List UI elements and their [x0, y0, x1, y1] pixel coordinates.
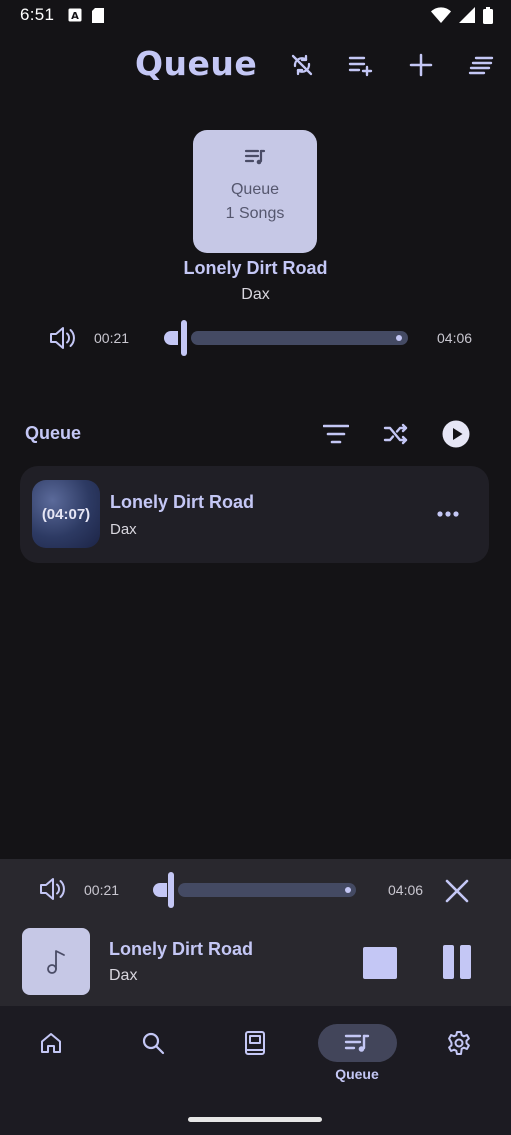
seek-bar-track: [191, 331, 408, 345]
now-playing-title: Lonely Dirt Road: [183, 258, 328, 278]
mini-player-title: Lonely Dirt Road: [109, 939, 254, 959]
mini-album-art[interactable]: [22, 928, 90, 995]
svg-text:A: A: [71, 11, 79, 22]
sync-disabled-icon[interactable]: [287, 50, 317, 80]
volume-icon[interactable]: [48, 325, 78, 351]
gesture-handle: [188, 1117, 322, 1122]
settings-gear-icon: [446, 1030, 472, 1056]
playlist-add-icon[interactable]: [346, 50, 376, 80]
seek-bar-end-dot: [396, 335, 402, 341]
music-note-icon: [45, 949, 67, 975]
total-time: 04:06: [437, 330, 473, 346]
queue-list-item[interactable]: (04:07) Lonely Dirt Road Dax: [20, 466, 489, 563]
seek-bar[interactable]: [164, 318, 408, 358]
nav-library[interactable]: [215, 1024, 295, 1084]
seek-bar-thumb[interactable]: [181, 320, 187, 356]
queue-cover-card: Queue 1 Songs: [193, 130, 317, 253]
library-book-icon: [244, 1030, 266, 1056]
queue-music-nav-icon: [344, 1033, 370, 1053]
mini-seek-bar-track: [178, 883, 356, 897]
nav-settings[interactable]: [419, 1024, 499, 1084]
cell-signal-icon: [459, 7, 475, 23]
nav-queue-label: Queue: [335, 1066, 379, 1082]
queue-section-title: Queue: [25, 423, 82, 443]
mini-total-time: 04:06: [388, 882, 424, 898]
play-circle-icon[interactable]: [440, 418, 472, 450]
sd-card-icon: [92, 7, 105, 23]
stop-button[interactable]: [363, 946, 397, 980]
close-icon[interactable]: [441, 875, 473, 907]
mini-seek-bar[interactable]: [153, 871, 358, 909]
mini-player-artist: Dax: [109, 967, 138, 984]
stop-icon: [363, 947, 397, 979]
page-title: Queue: [135, 44, 258, 83]
seek-bar-fill: [164, 331, 178, 345]
notification-a-icon: A: [68, 8, 82, 22]
track-duration-badge: (04:07): [41, 505, 91, 523]
status-bar: 6:51 A: [0, 0, 511, 30]
queue-music-icon: [244, 148, 266, 166]
shuffle-icon[interactable]: [380, 418, 412, 450]
home-icon: [39, 1031, 63, 1055]
battery-icon: [483, 6, 493, 24]
status-time: 6:51: [20, 5, 55, 24]
mini-seek-bar-thumb[interactable]: [168, 872, 174, 908]
mini-seek-bar-fill: [153, 883, 167, 897]
plus-icon[interactable]: [406, 50, 436, 80]
mini-volume-icon[interactable]: [38, 876, 68, 902]
queue-item-artist: Dax: [110, 521, 137, 538]
bottom-navigation: Queue: [0, 1006, 511, 1135]
filter-sort-icon[interactable]: [320, 418, 352, 450]
elapsed-time: 00:21: [94, 330, 130, 346]
nav-queue[interactable]: Queue: [317, 1024, 397, 1084]
nav-search[interactable]: [113, 1024, 193, 1084]
top-app-bar: Queue: [0, 40, 511, 92]
cover-song-count: 1 Songs: [225, 205, 285, 222]
album-art-thumbnail: (04:07): [32, 480, 100, 548]
search-icon: [141, 1031, 165, 1055]
nav-home[interactable]: [11, 1024, 91, 1084]
wifi-icon: [431, 7, 451, 23]
pause-button[interactable]: [440, 945, 474, 979]
now-playing-artist: Dax: [241, 286, 270, 303]
more-options-icon[interactable]: [432, 502, 464, 526]
cover-title: Queue: [230, 181, 280, 198]
queue-item-title: Lonely Dirt Road: [110, 492, 255, 512]
mini-player: 00:21 04:06 Lonely Dirt Road Dax: [0, 859, 511, 1006]
pause-icon: [442, 945, 472, 979]
mini-seek-bar-end-dot: [345, 887, 351, 893]
mini-elapsed-time: 00:21: [84, 882, 120, 898]
sort-lines-icon[interactable]: [466, 50, 496, 80]
